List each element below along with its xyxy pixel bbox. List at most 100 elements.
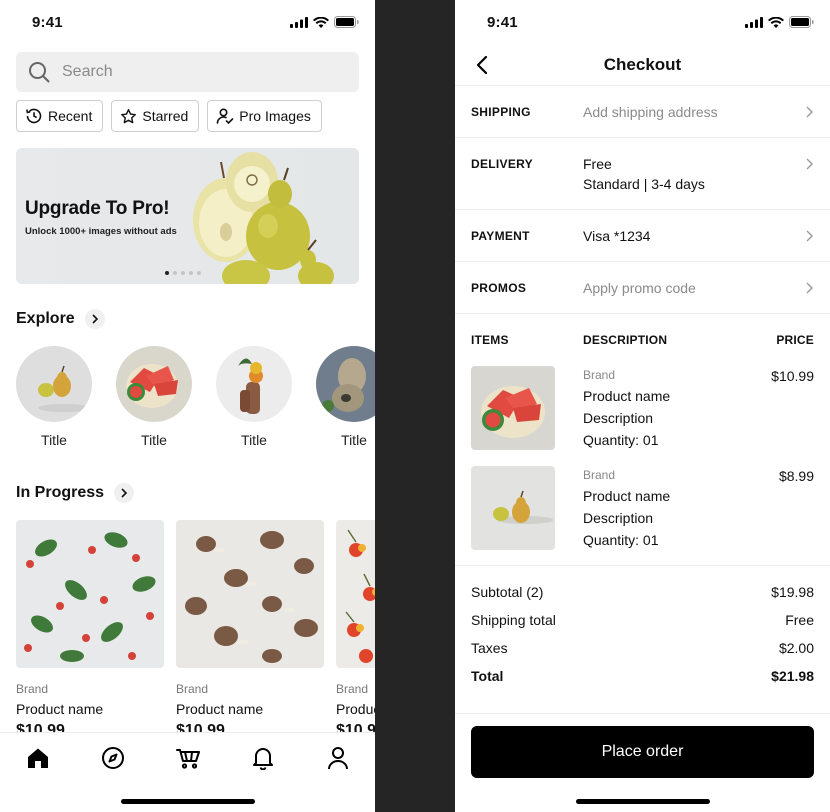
product-name: Product name xyxy=(16,701,104,717)
explore-list: Title Title Title Title xyxy=(16,346,375,448)
tab-home[interactable] xyxy=(25,745,51,771)
explore-header[interactable]: Explore xyxy=(16,309,105,329)
product-card[interactable]: Brand Product name $10.99 xyxy=(16,520,164,740)
chevron-right-icon xyxy=(806,158,813,170)
chevron-right-icon xyxy=(92,314,98,324)
payment-row[interactable]: PAYMENT Visa *1234 xyxy=(455,210,830,262)
items-header: ITEMS xyxy=(471,333,509,347)
promos-label: PROMOS xyxy=(471,281,527,295)
shipping-label: SHIPPING xyxy=(471,105,531,119)
carousel-dot[interactable] xyxy=(197,271,201,275)
items-section: ITEMS DESCRIPTION PRICE Brand Product na… xyxy=(455,314,830,566)
tab-cart[interactable] xyxy=(175,745,201,771)
delivery-row[interactable]: DELIVERY Free Standard | 3-4 days xyxy=(455,138,830,210)
status-bar: 9:41 xyxy=(0,0,375,44)
subtotal-label: Subtotal (2) xyxy=(471,584,544,600)
signal-icon xyxy=(745,16,763,28)
shipping-row[interactable]: SHIPPING Add shipping address xyxy=(455,86,830,138)
in-progress-header[interactable]: In Progress xyxy=(16,483,135,503)
promos-row[interactable]: PROMOS Apply promo code xyxy=(455,262,830,314)
shipping-total-label: Shipping total xyxy=(471,612,556,628)
user-icon xyxy=(328,747,348,770)
status-time: 9:41 xyxy=(32,14,63,31)
carousel-dot[interactable] xyxy=(181,271,185,275)
search-bar[interactable] xyxy=(16,52,359,92)
chevron-right-icon xyxy=(121,488,128,498)
line-item-details: Brand Product name Description Quantity:… xyxy=(583,368,670,448)
history-icon xyxy=(26,108,42,124)
watermelon-image xyxy=(471,366,555,450)
in-progress-list: Brand Product name $10.99 Brand Product … xyxy=(16,520,375,740)
taxes-value: $2.00 xyxy=(778,640,814,656)
total-label: Total xyxy=(471,668,504,684)
search-input[interactable] xyxy=(62,63,342,81)
tab-notifications[interactable] xyxy=(250,745,276,771)
battery-icon xyxy=(789,16,814,28)
chip-label: Pro Images xyxy=(239,108,311,124)
vegetables-stack-image xyxy=(216,346,292,422)
subtotal-line: Subtotal (2) $19.98 xyxy=(471,584,814,600)
nav-bar: Checkout xyxy=(455,44,830,86)
chip-recent[interactable]: Recent xyxy=(16,100,104,132)
tab-profile[interactable] xyxy=(325,745,351,771)
cherries-image xyxy=(336,520,375,668)
carousel-dot[interactable] xyxy=(173,271,177,275)
explore-item[interactable]: Title xyxy=(316,346,375,448)
search-icon xyxy=(29,62,50,83)
tab-explore[interactable] xyxy=(100,745,126,771)
radishes-image xyxy=(16,520,164,668)
total-value: $21.98 xyxy=(771,668,814,684)
chevron-right-icon xyxy=(806,106,813,118)
item-price: $8.99 xyxy=(778,468,814,484)
taxes-line: Taxes $2.00 xyxy=(471,640,814,656)
explore-item-title: Title xyxy=(241,432,267,448)
explore-item-title: Title xyxy=(341,432,367,448)
home-indicator xyxy=(576,799,710,804)
place-order-button[interactable]: Place order xyxy=(471,726,814,778)
order-summary: Subtotal (2) $19.98 Shipping total Free … xyxy=(455,566,830,714)
shipping-total-value: Free xyxy=(785,612,814,628)
pears-image xyxy=(16,346,92,422)
chip-pro-images[interactable]: Pro Images xyxy=(207,100,322,132)
shipping-value: Add shipping address xyxy=(583,104,718,120)
explore-heading: Explore xyxy=(16,310,75,327)
shipping-total-line: Shipping total Free xyxy=(471,612,814,628)
chevron-right-icon xyxy=(806,230,813,242)
rocks-image xyxy=(316,346,375,422)
product-name: Product name xyxy=(336,701,375,717)
total-line: Total $21.98 xyxy=(471,668,814,684)
product-card[interactable]: Brand Product name $10.99 xyxy=(336,520,375,740)
explore-item[interactable]: Title xyxy=(116,346,192,448)
in-progress-heading: In Progress xyxy=(16,484,105,501)
product-brand: Brand xyxy=(16,682,49,696)
star-icon xyxy=(121,108,137,123)
explore-more-button[interactable] xyxy=(84,309,105,329)
product-card[interactable]: Brand Product name $10.99 xyxy=(176,520,324,740)
promo-banner[interactable]: Upgrade To Pro! Unlock 1000+ images with… xyxy=(16,148,359,284)
status-icons xyxy=(290,16,359,28)
carousel-dots[interactable] xyxy=(165,271,201,275)
explore-item[interactable]: Title xyxy=(216,346,292,448)
banner-title: Upgrade To Pro! xyxy=(25,198,170,219)
item-name: Product name xyxy=(583,488,671,504)
chip-starred[interactable]: Starred xyxy=(111,100,200,132)
in-progress-more-button[interactable] xyxy=(114,483,135,503)
chip-label: Recent xyxy=(48,108,93,124)
delivery-label: DELIVERY xyxy=(471,157,533,171)
pears-image xyxy=(471,466,555,550)
explore-item[interactable]: Title xyxy=(16,346,92,448)
payment-value: Visa *1234 xyxy=(583,228,651,244)
user-check-icon xyxy=(216,108,234,125)
signal-icon xyxy=(290,16,308,28)
delivery-value: Free xyxy=(583,156,612,172)
product-name: Product name xyxy=(176,701,264,717)
description-header: DESCRIPTION xyxy=(583,333,668,347)
carousel-dot[interactable] xyxy=(165,271,169,275)
item-quantity: Quantity: 01 xyxy=(583,532,659,548)
status-time: 9:41 xyxy=(487,14,518,31)
product-brand: Brand xyxy=(176,682,209,696)
wifi-icon xyxy=(313,16,329,28)
carousel-dot[interactable] xyxy=(189,271,193,275)
compass-icon xyxy=(102,747,124,769)
price-header: PRICE xyxy=(776,333,814,347)
